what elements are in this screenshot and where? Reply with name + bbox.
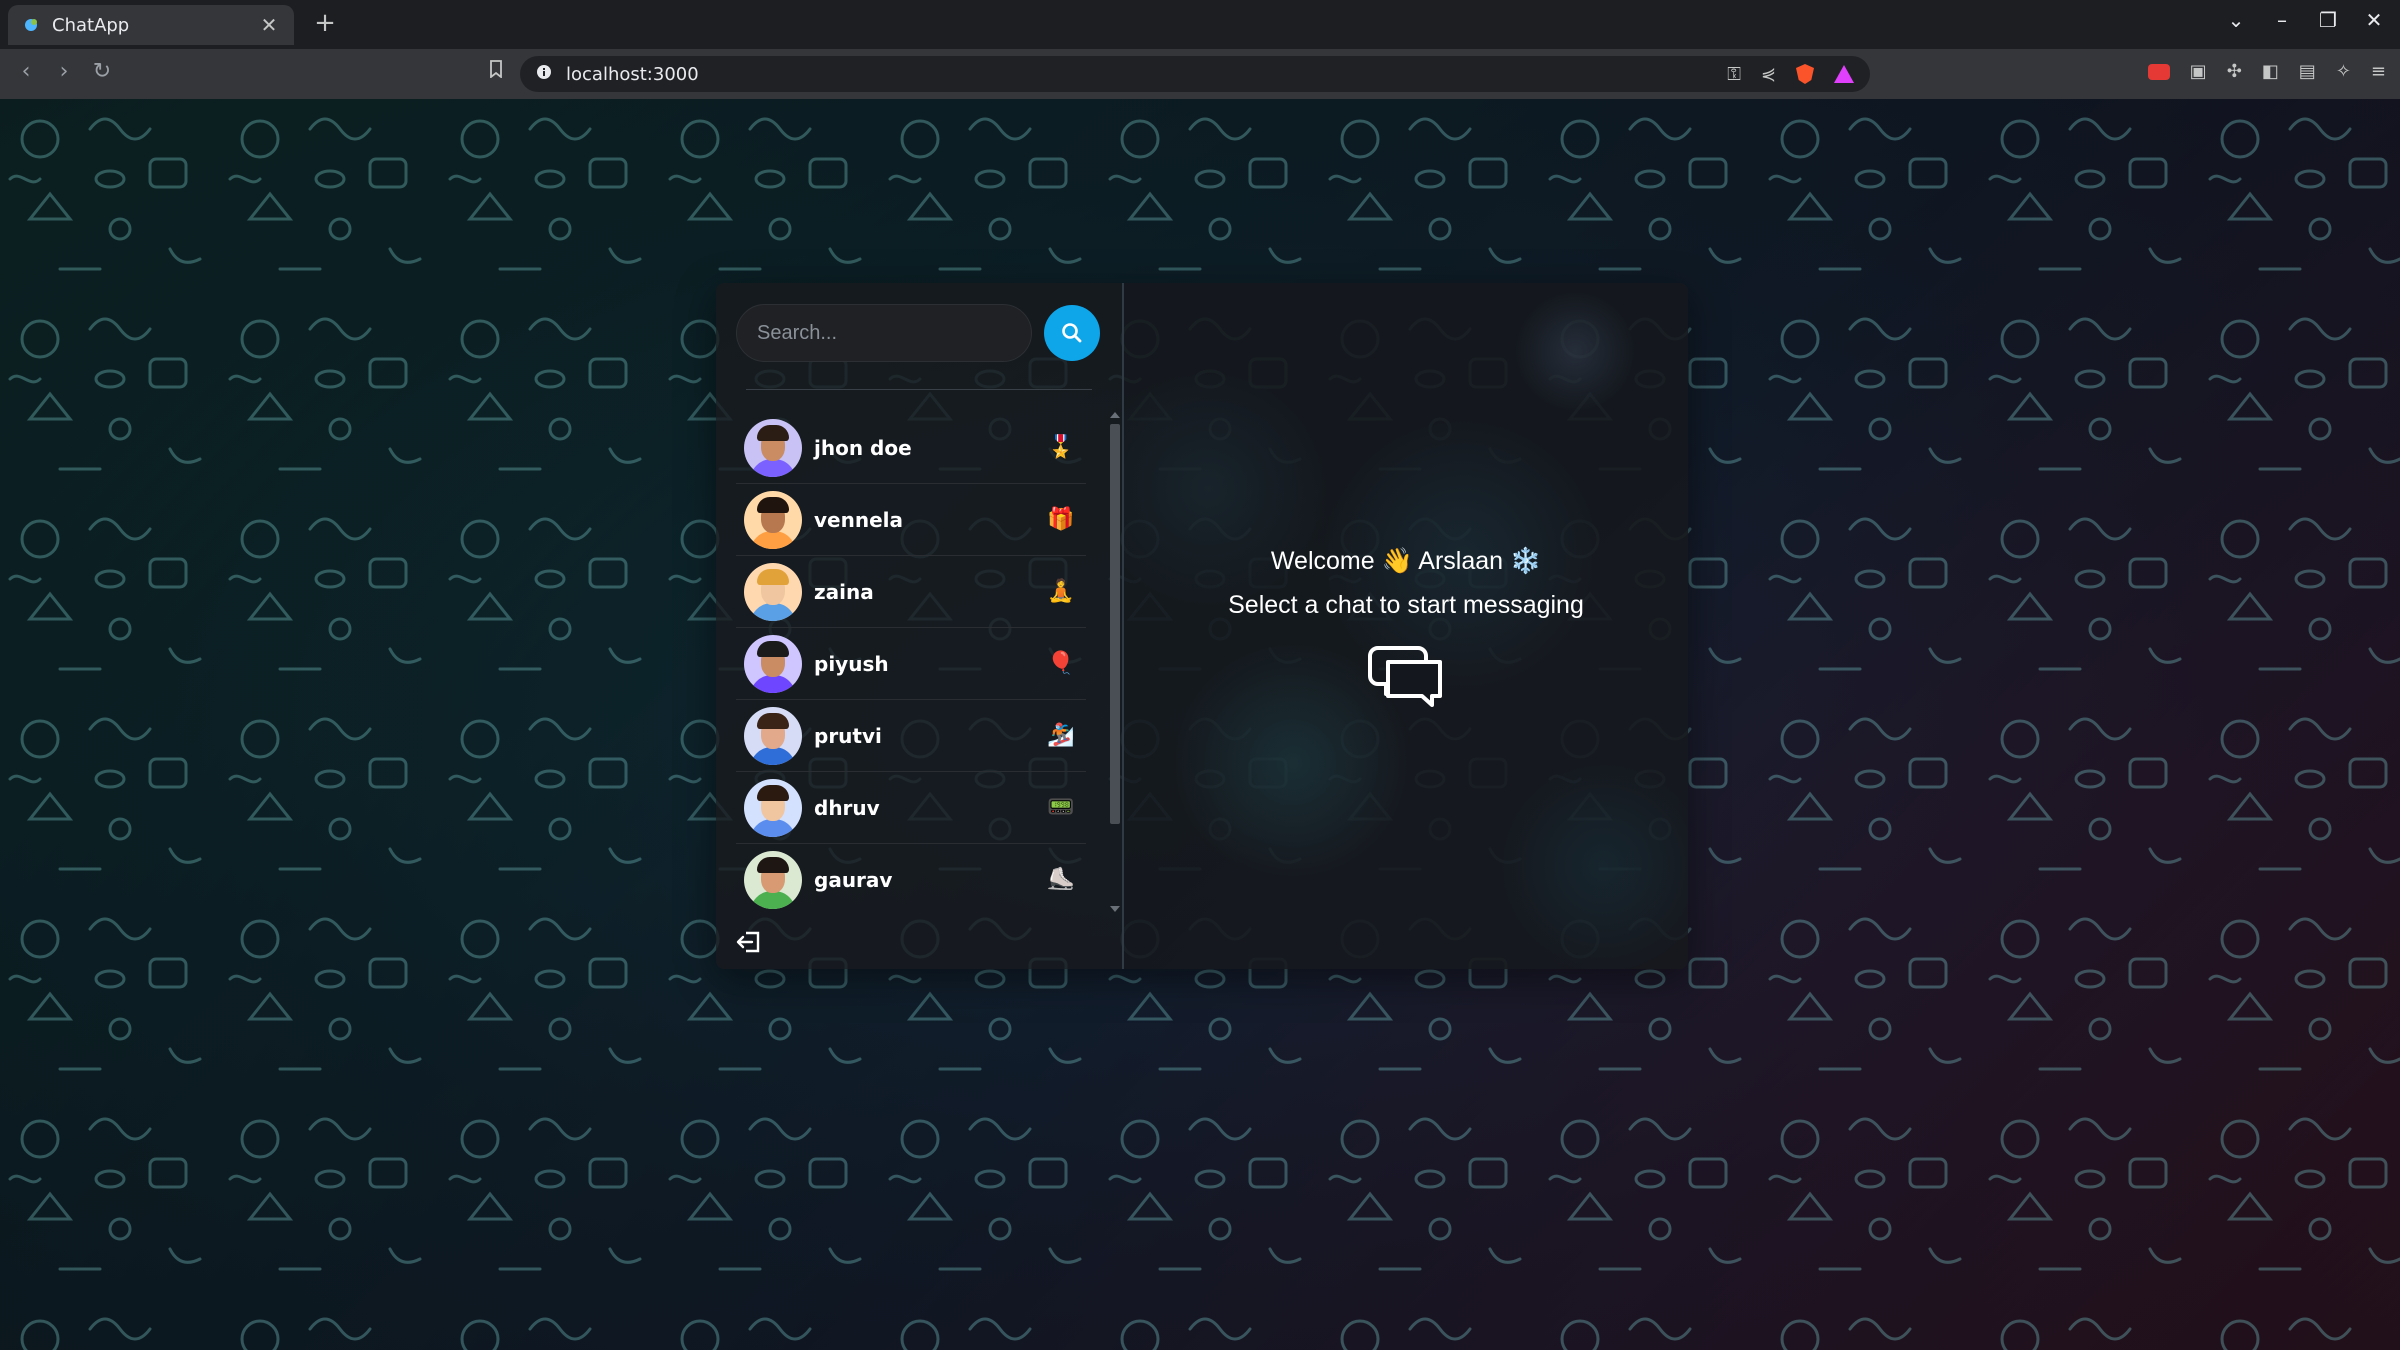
conversation-emoji: 📟 xyxy=(1047,795,1075,820)
conversation-item[interactable]: prutvi 🏂 xyxy=(736,700,1086,772)
conversation-name: gaurav xyxy=(814,867,893,892)
conversation-emoji: 🎖️ xyxy=(1047,435,1075,460)
tab-title: ChatApp xyxy=(52,14,130,36)
window-controls: ⌄ – ❐ ✕ xyxy=(2224,8,2386,32)
conversation-emoji: ⛸️ xyxy=(1047,867,1075,892)
avatar xyxy=(744,706,802,765)
conversation-item[interactable]: piyush 🎈 xyxy=(736,628,1086,700)
bookmark-icon[interactable] xyxy=(482,59,510,84)
conversation-name: jhon doe xyxy=(814,435,912,460)
browser-tab-bar: ChatApp ✕ + ⌄ – ❐ ✕ xyxy=(0,0,2400,49)
minimize-icon[interactable]: – xyxy=(2270,8,2294,32)
screenshot-extension-icon[interactable]: ▣ xyxy=(2190,61,2207,82)
extensions-icon[interactable]: ✣ xyxy=(2227,61,2242,82)
youtube-extension-icon[interactable] xyxy=(2147,63,2170,80)
divider xyxy=(746,389,1092,390)
tab-search-icon[interactable]: ⌄ xyxy=(2224,8,2248,32)
avatar xyxy=(744,490,802,549)
scroll-thumb[interactable] xyxy=(1110,424,1120,824)
conversation-item[interactable]: gaurav ⛸️ xyxy=(736,844,1086,912)
conversation-list: jhon doe 🎖️ vennela 🎁 zaina 🧘 piyush 🎈 prutvi 🏂 dh… xyxy=(736,412,1086,912)
search-input[interactable] xyxy=(736,304,1032,362)
search-button[interactable] xyxy=(1044,305,1100,361)
forward-icon[interactable]: › xyxy=(50,59,78,84)
conversation-item[interactable]: dhruv 📟 xyxy=(736,772,1086,844)
chat-bubbles-icon xyxy=(1368,646,1442,707)
close-tab-icon[interactable]: ✕ xyxy=(258,13,280,37)
scroll-down-arrow[interactable] xyxy=(1110,906,1120,912)
menu-icon[interactable]: ≡ xyxy=(2371,61,2386,82)
leo-ai-icon[interactable]: ✧ xyxy=(2336,61,2351,82)
extensions-row: ▣ ✣ ◧ ▤ ✧ ≡ xyxy=(2147,61,2386,82)
message-panel: Welcome 👋 Arslaan ❄️ Select a chat to st… xyxy=(1124,283,1688,969)
select-chat-prompt: Select a chat to start messaging xyxy=(1228,591,1584,619)
conversation-emoji: 🧘 xyxy=(1047,579,1075,604)
conversation-emoji: 🏂 xyxy=(1047,723,1075,748)
favicon-icon xyxy=(22,16,40,34)
conversation-item[interactable]: vennela 🎁 xyxy=(736,484,1086,556)
search-icon xyxy=(1062,323,1082,343)
browser-tab[interactable]: ChatApp ✕ xyxy=(8,5,294,45)
conversation-list-wrapper: jhon doe 🎖️ vennela 🎁 zaina 🧘 piyush 🎈 prutvi 🏂 dh… xyxy=(736,412,1120,912)
reload-icon[interactable]: ↻ xyxy=(88,59,116,84)
avatar xyxy=(744,778,802,837)
conversation-item[interactable]: zaina 🧘 xyxy=(736,556,1086,628)
conversation-name: vennela xyxy=(814,507,903,532)
no-chat-selected: Welcome 👋 Arslaan ❄️ Select a chat to st… xyxy=(1124,543,1688,707)
sidebar-toggle-icon[interactable]: ◧ xyxy=(2262,61,2279,82)
logout-button[interactable] xyxy=(736,929,762,955)
sidebar: jhon doe 🎖️ vennela 🎁 zaina 🧘 piyush 🎈 prutvi 🏂 dh… xyxy=(716,283,1124,969)
avatar xyxy=(744,634,802,693)
wallet-icon[interactable]: ▤ xyxy=(2299,61,2316,82)
logout-icon xyxy=(736,931,760,953)
scrollbar[interactable] xyxy=(1110,412,1120,912)
app-background: jhon doe 🎖️ vennela 🎁 zaina 🧘 piyush 🎈 prutvi 🏂 dh… xyxy=(0,99,2400,1350)
close-window-icon[interactable]: ✕ xyxy=(2362,8,2386,32)
search-form xyxy=(736,303,1102,363)
avatar xyxy=(744,850,802,909)
conversation-name: zaina xyxy=(814,579,874,604)
share-icon[interactable]: ⋞ xyxy=(1761,64,1776,85)
site-info-icon[interactable] xyxy=(536,64,552,84)
conversation-emoji: 🎈 xyxy=(1047,651,1075,676)
browser-toolbar: ‹ › ↻ localhost:3000 ⚿ ⋞ ▣ ✣ ◧ ▤ ✧ ≡ xyxy=(0,49,2400,99)
avatar xyxy=(744,418,802,477)
brave-shield-icon[interactable] xyxy=(1796,64,1814,84)
maximize-icon[interactable]: ❐ xyxy=(2316,8,2340,32)
conversation-emoji: 🎁 xyxy=(1047,507,1075,532)
brave-rewards-icon[interactable] xyxy=(1834,65,1854,83)
chat-container: jhon doe 🎖️ vennela 🎁 zaina 🧘 piyush 🎈 prutvi 🏂 dh… xyxy=(716,283,1688,969)
conversation-name: piyush xyxy=(814,651,889,676)
avatar xyxy=(744,562,802,621)
url-text: localhost:3000 xyxy=(566,63,699,85)
address-bar[interactable]: localhost:3000 ⚿ ⋞ xyxy=(520,56,1870,92)
scroll-up-arrow[interactable] xyxy=(1110,412,1120,418)
new-tab-button[interactable]: + xyxy=(310,8,340,38)
welcome-text: Welcome 👋 Arslaan ❄️ xyxy=(1270,547,1542,575)
back-icon[interactable]: ‹ xyxy=(12,59,40,84)
key-icon[interactable]: ⚿ xyxy=(1727,64,1741,85)
conversation-name: dhruv xyxy=(814,795,880,820)
conversation-item[interactable]: jhon doe 🎖️ xyxy=(736,412,1086,484)
conversation-name: prutvi xyxy=(814,723,882,748)
